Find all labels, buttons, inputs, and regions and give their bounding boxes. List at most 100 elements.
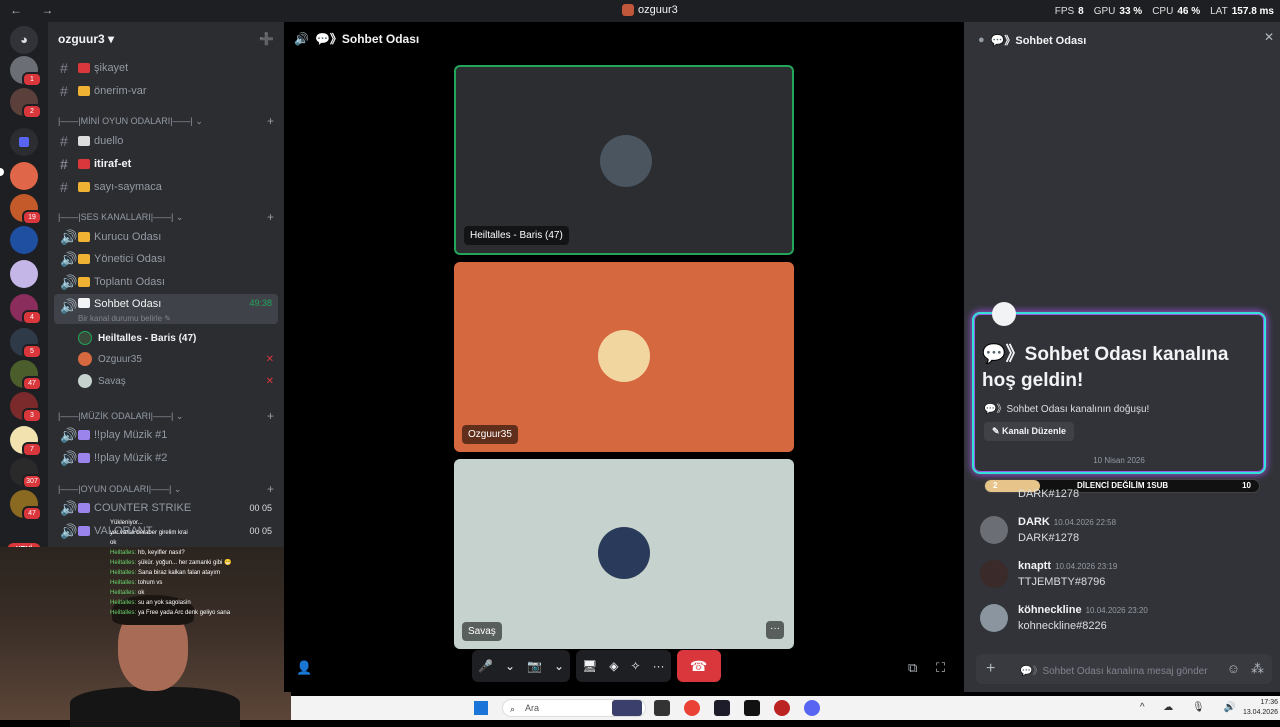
- category-mini-oyun[interactable]: |——|MİNİ OYUN ODALARI|——| ⌄ +: [58, 114, 278, 128]
- add-channel-icon[interactable]: +: [267, 409, 274, 423]
- channel-emoji-icon: [78, 430, 90, 440]
- message-text: DARK#1278: [1018, 532, 1080, 544]
- camera-options-icon[interactable]: ⌄: [554, 659, 564, 673]
- video-tile[interactable]: Heiltalles - Baris (47): [454, 65, 794, 255]
- more-options-icon[interactable]: ···: [653, 659, 665, 673]
- edit-channel-button[interactable]: ✎ Kanalı Düzenle: [984, 422, 1075, 441]
- hash-icon: #: [60, 83, 68, 99]
- mic-options-icon[interactable]: ⌄: [505, 659, 515, 673]
- voice-muzik2[interactable]: 🔊 !!play Müzik #2: [54, 448, 278, 468]
- channel-emoji-icon: [78, 159, 90, 169]
- windows-taskbar: ⌕ Ara ^ ☁ 🎙 🔊 17:36 13.04.2026: [291, 696, 1280, 720]
- channel-onerim[interactable]: # önerim-var: [54, 81, 278, 101]
- server-folder-icon[interactable]: [10, 128, 38, 156]
- chrome-icon[interactable]: [684, 700, 700, 716]
- server-icon[interactable]: 3: [10, 392, 42, 423]
- category-ses[interactable]: |——|SES KANALLARI|——| ⌄ +: [58, 210, 278, 224]
- video-tile[interactable]: Savaş ···: [454, 459, 794, 649]
- stream-chat-line: Heiltalles: tohum vs: [110, 578, 270, 588]
- voice-yonetici[interactable]: 🔊 Yönetici Odası: [54, 249, 278, 269]
- message-author[interactable]: DARK 10.04.2026 22:58: [1018, 516, 1116, 528]
- mic-icon[interactable]: 🎤: [478, 659, 493, 673]
- taskbar-widget-icon[interactable]: [612, 700, 642, 716]
- voice-user[interactable]: Heiltalles - Baris (47): [78, 328, 274, 348]
- add-channel-icon[interactable]: +: [267, 482, 274, 496]
- message-author[interactable]: knaptt 10.04.2026 23:19: [1018, 560, 1117, 572]
- channel-itiraf[interactable]: # itiraf-et: [54, 154, 278, 174]
- server-icon[interactable]: [10, 226, 38, 254]
- attach-plus-icon[interactable]: +: [986, 660, 995, 678]
- soundboard-icon[interactable]: ✧: [631, 659, 641, 673]
- server-icon[interactable]: [10, 260, 38, 288]
- server-icon[interactable]: 7: [10, 426, 42, 457]
- disconnect-button[interactable]: ☎: [676, 650, 721, 682]
- stream-chat-author: Heiltalles:: [110, 550, 137, 556]
- category-oyun[interactable]: |——|OYUN ODALARI|——| ⌄ +: [58, 482, 278, 496]
- add-channel-icon[interactable]: +: [267, 210, 274, 224]
- camera-icon[interactable]: 📷: [527, 659, 542, 673]
- nav-arrows[interactable]: ← →: [10, 3, 61, 17]
- speaker-icon: 🔊: [60, 250, 78, 267]
- windows-start-icon[interactable]: [474, 701, 488, 715]
- add-channel-icon[interactable]: +: [267, 114, 274, 128]
- guild-header[interactable]: ozguur3 ▾ ➕: [48, 22, 284, 56]
- screen-share-icon[interactable]: 🖥: [582, 659, 597, 673]
- taskbar-app-icon[interactable]: [714, 700, 730, 716]
- tile-more-button[interactable]: ···: [766, 621, 784, 639]
- discord-taskbar-icon[interactable]: [804, 700, 820, 716]
- chat-message: knaptt 10.04.2026 23:19 TTJEMBTY#8796: [980, 558, 1270, 592]
- server-icon[interactable]: 2: [10, 88, 42, 119]
- voice-kurucu[interactable]: 🔊 Kurucu Odası: [54, 227, 278, 247]
- add-people-icon[interactable]: 👤: [296, 660, 312, 676]
- stream-chat-text: su an yok sagolasin: [138, 600, 191, 606]
- voice-toplanti[interactable]: 🔊 Toplantı Odası: [54, 272, 278, 292]
- video-tile[interactable]: Ozguur35: [454, 262, 794, 452]
- voice-cs[interactable]: 🔊 COUNTER STRIKE 00 05: [54, 498, 278, 518]
- close-icon[interactable]: ✕: [1264, 30, 1274, 44]
- apps-icon[interactable]: ⁂: [1251, 661, 1264, 677]
- popout-icon[interactable]: ⧉: [908, 660, 917, 676]
- stream-chat-text: Sana biraz kalkan falan atayım: [138, 570, 221, 576]
- taskbar-app-icon[interactable]: [654, 700, 670, 716]
- taskbar-clock[interactable]: 17:36 13.04.2026: [1243, 698, 1278, 718]
- avatar[interactable]: [980, 604, 1008, 632]
- system-tray[interactable]: ^ ☁ 🎙 🔊: [1140, 702, 1244, 713]
- message-input[interactable]: + 💬》Sohbet Odası kanalına mesaj gönder ☺…: [976, 654, 1272, 684]
- activities-icon[interactable]: ◈: [609, 659, 618, 673]
- window-title-text: ozguur3: [638, 4, 678, 16]
- avatar: [598, 330, 650, 382]
- channel-emoji-icon: [78, 277, 90, 287]
- channel-sikayet[interactable]: # şikayet: [54, 58, 278, 78]
- stream-chat-line: Heiltalles: ya Free yada Arc denk geliyo …: [110, 608, 270, 618]
- channel-sayi[interactable]: # sayı-saymaca: [54, 177, 278, 197]
- taskbar-app-icon[interactable]: [774, 700, 790, 716]
- server-icon[interactable]: 1: [10, 56, 42, 87]
- server-icon[interactable]: 47: [10, 360, 42, 391]
- message-timestamp: 10.04.2026 23:19: [1055, 562, 1118, 571]
- server-icon[interactable]: 47: [10, 490, 42, 521]
- channel-status-hint[interactable]: Bir kanal durumu belirle ✎: [78, 314, 171, 323]
- server-icon[interactable]: [10, 162, 38, 190]
- invite-icon[interactable]: ➕: [259, 32, 274, 46]
- server-icon[interactable]: 4: [10, 294, 42, 325]
- control-group-av: 🎤 ⌄ 📷 ⌄: [472, 650, 571, 682]
- voice-muzik1[interactable]: 🔊 !!play Müzik #1: [54, 425, 278, 445]
- avatar[interactable]: [980, 560, 1008, 588]
- taskbar-app-icon[interactable]: [744, 700, 760, 716]
- emoji-icon[interactable]: ☺: [1227, 661, 1240, 676]
- voice-user[interactable]: Savaş ✕: [78, 371, 274, 391]
- category-muzik[interactable]: |——|MÜZİK ODALARI|——| ⌄ +: [58, 409, 278, 423]
- server-icon[interactable]: 307: [10, 458, 42, 489]
- fullscreen-icon[interactable]: ⛶: [936, 660, 945, 676]
- voice-user[interactable]: Ozguur35 ✕: [78, 349, 274, 369]
- discord-home-icon[interactable]: ◕: [10, 26, 38, 54]
- server-icon[interactable]: 19: [10, 194, 42, 225]
- message-author[interactable]: köhneckline 10.04.2026 23:20: [1018, 604, 1148, 616]
- message-timestamp: 10.04.2026 23:20: [1085, 606, 1148, 615]
- avatar[interactable]: [980, 516, 1008, 544]
- server-icon[interactable]: 5: [10, 328, 42, 359]
- hash-icon: #: [60, 156, 68, 172]
- speaker-icon: 🔊: [60, 298, 78, 314]
- stream-chat-line: Yükleniyor...: [110, 518, 270, 528]
- channel-duello[interactable]: # duello: [54, 131, 278, 151]
